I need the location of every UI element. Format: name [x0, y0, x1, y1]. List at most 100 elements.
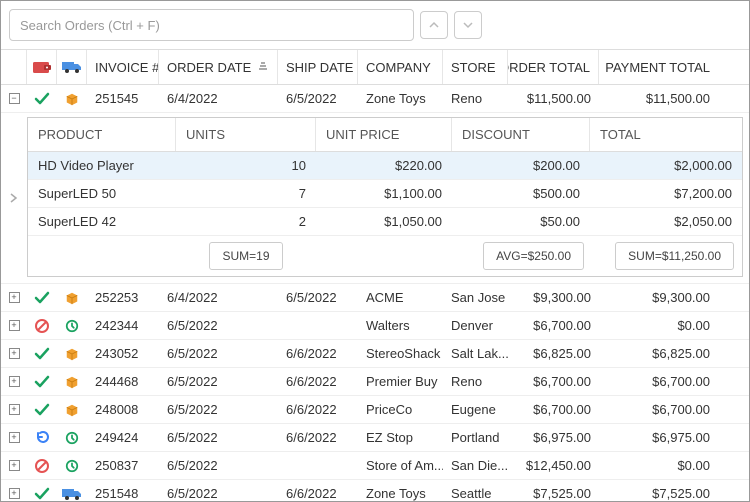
expand-toggle[interactable]: +	[9, 488, 20, 499]
discount-cell: $200.00	[452, 152, 590, 179]
detail-col-unit-price[interactable]: UNIT PRICE	[316, 118, 452, 151]
detail-col-discount[interactable]: DISCOUNT	[452, 118, 590, 151]
column-shipping[interactable]	[57, 50, 87, 84]
shipping-cell	[57, 452, 87, 479]
column-payment-total[interactable]: PAYMENT TOTAL	[599, 50, 718, 84]
company-cell: Premier Buy	[358, 368, 443, 395]
order-date-cell: 6/5/2022	[159, 368, 278, 395]
status-cell	[27, 452, 57, 479]
column-company[interactable]: COMPANY	[358, 50, 443, 84]
order-date-cell: 6/4/2022	[159, 85, 278, 112]
next-match-button[interactable]	[454, 11, 482, 39]
box-icon	[64, 92, 80, 106]
shipping-cell	[57, 480, 87, 502]
order-total-cell: $6,700.00	[508, 368, 599, 395]
order-date-cell: 6/5/2022	[159, 480, 278, 502]
ship-date-cell: 6/6/2022	[278, 424, 358, 451]
total-cell: $7,200.00	[590, 180, 742, 207]
units-cell: 2	[176, 208, 316, 235]
invoice-cell: 244468	[87, 368, 159, 395]
unit-price-cell: $1,050.00	[316, 208, 452, 235]
check-icon	[34, 402, 50, 418]
ship-date-cell: 6/6/2022	[278, 396, 358, 423]
company-cell: PriceCo	[358, 396, 443, 423]
unit-price-cell: $1,100.00	[316, 180, 452, 207]
detail-panel-wrap: PRODUCT UNITS UNIT PRICE DISCOUNT TOTAL …	[1, 113, 749, 284]
table-row[interactable]: + 243052 6/5/2022 6/6/2022 StereoShack S…	[1, 340, 749, 368]
column-ship-date[interactable]: SHIP DATE	[278, 50, 358, 84]
status-cell	[27, 368, 57, 395]
table-row[interactable]: + 248008 6/5/2022 6/6/2022 PriceCo Eugen…	[1, 396, 749, 424]
caret-right-icon	[10, 193, 18, 203]
payment-total-cell: $6,975.00	[599, 424, 718, 451]
order-total-cell: $6,700.00	[508, 396, 599, 423]
ship-date-cell: 6/6/2022	[278, 480, 358, 502]
company-cell: Zone Toys	[358, 480, 443, 502]
shipping-cell	[57, 340, 87, 367]
discount-cell: $50.00	[452, 208, 590, 235]
detail-col-units[interactable]: UNITS	[176, 118, 316, 151]
detail-row[interactable]: SuperLED 42 2 $1,050.00 $50.00 $2,050.00	[28, 208, 742, 236]
table-row[interactable]: + 250837 6/5/2022 Store of Am... San Die…	[1, 452, 749, 480]
truck-icon	[62, 60, 82, 74]
expand-toggle[interactable]: +	[9, 320, 20, 331]
table-row[interactable]: + 242344 6/5/2022 Walters Denver $6,700.…	[1, 312, 749, 340]
expand-toggle[interactable]: +	[9, 460, 20, 471]
column-expand	[1, 50, 27, 84]
box-icon	[64, 375, 80, 389]
order-total-cell: $12,450.00	[508, 452, 599, 479]
expand-toggle[interactable]: +	[9, 404, 20, 415]
chevron-down-icon	[463, 20, 473, 30]
table-row[interactable]: + 252253 6/4/2022 6/5/2022 ACME San Jose…	[1, 284, 749, 312]
detail-panel: PRODUCT UNITS UNIT PRICE DISCOUNT TOTAL …	[27, 117, 743, 277]
check-icon	[34, 486, 50, 502]
detail-row[interactable]: HD Video Player 10 $220.00 $200.00 $2,00…	[28, 152, 742, 180]
detail-row[interactable]: SuperLED 50 7 $1,100.00 $500.00 $7,200.0…	[28, 180, 742, 208]
column-order-total[interactable]: ORDER TOTAL	[508, 50, 599, 84]
company-cell: Store of Am...	[358, 452, 443, 479]
discount-cell: $500.00	[452, 180, 590, 207]
detail-summary-row: SUM=19 AVG=$250.00 SUM=$11,250.00	[28, 236, 742, 276]
expand-toggle[interactable]: −	[9, 93, 20, 104]
table-row[interactable]: + 251548 6/5/2022 6/6/2022 Zone Toys Sea…	[1, 480, 749, 502]
order-date-cell: 6/5/2022	[159, 340, 278, 367]
detail-header-row: PRODUCT UNITS UNIT PRICE DISCOUNT TOTAL	[28, 118, 742, 152]
column-invoice[interactable]: INVOICE #	[87, 50, 159, 84]
table-row[interactable]: + 249424 6/5/2022 6/6/2022 EZ Stop Portl…	[1, 424, 749, 452]
expand-toggle[interactable]: +	[9, 348, 20, 359]
summary-units-sum: SUM=19	[209, 242, 282, 270]
deny-icon	[34, 458, 50, 474]
ship-date-cell: 6/6/2022	[278, 340, 358, 367]
company-cell: ACME	[358, 284, 443, 311]
column-status[interactable]	[27, 50, 57, 84]
column-order-date[interactable]: ORDER DATE	[159, 50, 278, 84]
prev-match-button[interactable]	[420, 11, 448, 39]
box-icon	[64, 403, 80, 417]
payment-total-cell: $6,700.00	[599, 396, 718, 423]
table-row[interactable]: + 244468 6/5/2022 6/6/2022 Premier Buy R…	[1, 368, 749, 396]
expand-toggle[interactable]: +	[9, 376, 20, 387]
detail-col-product[interactable]: PRODUCT	[28, 118, 176, 151]
clock-icon	[64, 319, 80, 333]
store-cell: Reno	[443, 368, 508, 395]
check-icon	[34, 290, 50, 306]
search-input[interactable]	[9, 9, 414, 41]
expand-toggle[interactable]: +	[9, 432, 20, 443]
store-cell: San Jose	[443, 284, 508, 311]
order-date-cell: 6/4/2022	[159, 284, 278, 311]
return-icon	[34, 430, 50, 446]
invoice-cell: 248008	[87, 396, 159, 423]
shipping-cell	[57, 85, 87, 112]
ship-date-cell	[278, 452, 358, 479]
expand-toggle[interactable]: +	[9, 292, 20, 303]
store-cell: Portland	[443, 424, 508, 451]
table-row[interactable]: − 251545 6/4/2022 6/5/2022 Zone Toys Ren…	[1, 85, 749, 113]
detail-col-total[interactable]: TOTAL	[590, 118, 742, 151]
clock-icon	[64, 459, 80, 473]
order-total-cell: $9,300.00	[508, 284, 599, 311]
status-cell	[27, 424, 57, 451]
order-total-cell: $6,975.00	[508, 424, 599, 451]
ship-date-cell: 6/5/2022	[278, 85, 358, 112]
column-store[interactable]: STORE	[443, 50, 508, 84]
order-total-cell: $11,500.00	[508, 85, 599, 112]
